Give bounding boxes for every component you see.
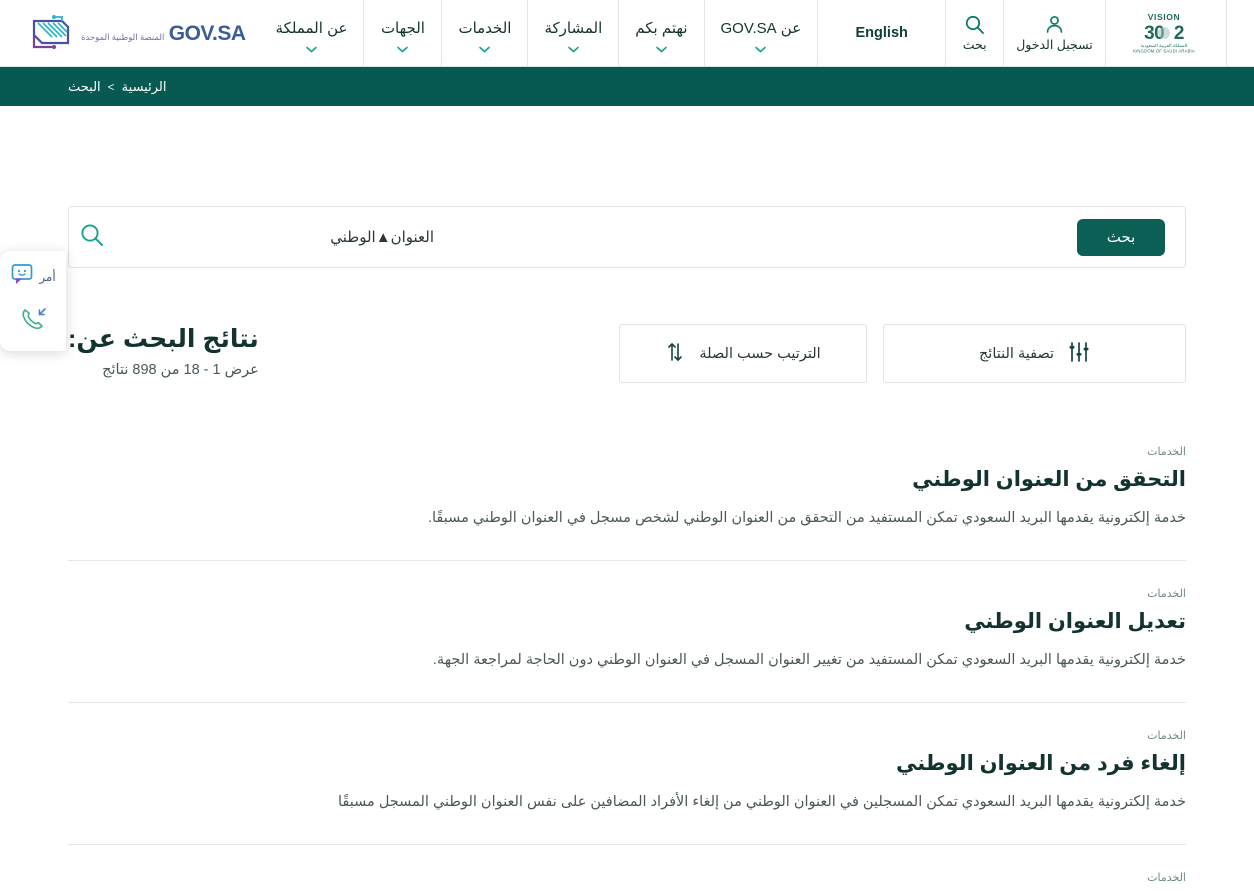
language-toggle[interactable]: English [818, 0, 947, 66]
search-result-item[interactable]: الخدمات التحقق من العنوان الوطني خدمة إل… [68, 419, 1186, 561]
filter-sliders-icon [1068, 341, 1090, 367]
result-description: خدمة إلكترونية يقدمها البريد السعودي تمك… [427, 510, 1186, 527]
header-search-button[interactable]: بحث [946, 0, 1005, 66]
chevron-down-icon [306, 40, 317, 53]
search-result-item[interactable]: الخدمات إلغاء فرد من العنوان الوطني خدمة… [68, 703, 1186, 845]
search-panel: بحث [68, 206, 1186, 268]
results-controls: الترتيب حسب الصلة تصفية النتائج [619, 320, 1186, 383]
chevron-down-icon [479, 40, 491, 53]
chevron-down-icon [397, 40, 409, 53]
result-title[interactable]: تعديل العنوان الوطني [68, 607, 1186, 636]
search-page: بحث نتائج البحث عن: عرض 1 - 18 من 898 نت… [0, 206, 1254, 891]
nav-item-label: نهتم بكم [635, 20, 688, 37]
result-title[interactable]: إلغاء فرد من العنوان الوطني [68, 749, 1186, 778]
nav-item-label: المشاركة [544, 20, 603, 37]
result-category: الخدمات [1147, 587, 1186, 600]
callback-button[interactable] [19, 306, 47, 337]
search-icon [964, 14, 985, 35]
nav-item-about-govsa[interactable]: عن GOV.SA [705, 0, 819, 66]
govsa-logo-icon [22, 13, 74, 53]
nav-item-services[interactable]: الخدمات [442, 0, 529, 66]
nav-item-we-care[interactable]: نهتم بكم [619, 0, 705, 66]
svg-text:KINGDOM OF SAUDI ARABIA: KINGDOM OF SAUDI ARABIA [1133, 49, 1195, 54]
search-result-item[interactable]: الخدمات تعديل العنوان الوطني خدمة إلكترو… [68, 561, 1186, 703]
filter-button[interactable]: تصفية النتائج [883, 324, 1186, 383]
search-icon [79, 222, 105, 253]
govsa-logo-text: GOV.SA [168, 21, 246, 45]
nav-item-label: الخدمات [458, 20, 512, 37]
breadcrumb-current: البحث [68, 78, 101, 94]
nav-item-about-kingdom[interactable]: عن المملكة [260, 0, 365, 66]
floating-contact-widget: أمر [0, 251, 66, 351]
breadcrumb-home[interactable]: الرئيسية [122, 79, 167, 95]
chevron-down-icon [755, 40, 767, 53]
govsa-logo-tagline: المنصة الوطنية الموحدة [81, 31, 165, 42]
svg-text:VISION: VISION [1148, 12, 1180, 22]
search-input[interactable] [114, 228, 434, 246]
vision-2030-logo[interactable]: VISION 2 30 المملكة العربية السعودية KIN… [1106, 0, 1227, 66]
nav-item-label: عن GOV.SA [720, 20, 802, 37]
header-search-label: بحث [962, 38, 987, 52]
site-header: GOV.SA المنصة الوطنية الموحدة عن المملكة… [0, 0, 1254, 67]
vision-2030-logo-icon: VISION 2 30 المملكة العربية السعودية KIN… [1122, 11, 1206, 55]
chat-assistant-button[interactable]: أمر [10, 263, 56, 290]
search-submit-button[interactable]: بحث [1077, 218, 1165, 256]
breadcrumb-bar: الرئيسية > البحث [0, 67, 1254, 106]
chevron-down-icon [568, 40, 579, 53]
login-button[interactable]: تسجيل الدخول [1004, 0, 1106, 66]
govsa-logo[interactable]: GOV.SA المنصة الوطنية الموحدة [0, 0, 260, 66]
result-category: الخدمات [1147, 446, 1186, 458]
chat-bubble-icon [10, 263, 34, 290]
nav-item-label: عن المملكة [275, 20, 348, 37]
results-header: نتائج البحث عن: عرض 1 - 18 من 898 نتائج … [68, 320, 1186, 383]
filter-label: تصفية النتائج [978, 345, 1055, 362]
search-result-item[interactable]: الخدمات [68, 845, 1186, 891]
result-category: الخدمات [1147, 871, 1186, 884]
page-title: نتائج البحث عن: [68, 325, 259, 353]
search-field[interactable] [79, 207, 1077, 267]
sort-label: الترتيب حسب الصلة [699, 345, 821, 362]
result-category: الخدمات [1147, 729, 1186, 742]
result-description: خدمة إلكترونية يقدمها البريد السعودي تمك… [337, 794, 1186, 811]
result-description: خدمة إلكترونية يقدمها البريد السعودي تمك… [432, 652, 1186, 669]
user-account-icon [1044, 14, 1065, 35]
nav-item-label: الجهات [380, 20, 425, 37]
breadcrumb-separator-icon: > [107, 79, 115, 94]
nav-item-participation[interactable]: المشاركة [528, 0, 620, 66]
search-results-list: الخدمات التحقق من العنوان الوطني خدمة إل… [68, 419, 1186, 891]
login-label: تسجيل الدخول [1016, 38, 1093, 52]
phone-callback-icon [19, 306, 47, 337]
sort-updown-icon [665, 341, 685, 367]
chevron-down-icon [656, 40, 667, 53]
breadcrumb: الرئيسية > البحث [0, 79, 166, 95]
nav-item-entities[interactable]: الجهات [364, 0, 443, 66]
chat-assistant-label: أمر [39, 269, 56, 284]
result-title[interactable]: التحقق من العنوان الوطني [68, 465, 1186, 494]
language-toggle-label: English [855, 25, 908, 41]
sort-button[interactable]: الترتيب حسب الصلة [619, 324, 867, 383]
results-count: عرض 1 - 18 من 898 نتائج [102, 362, 259, 379]
